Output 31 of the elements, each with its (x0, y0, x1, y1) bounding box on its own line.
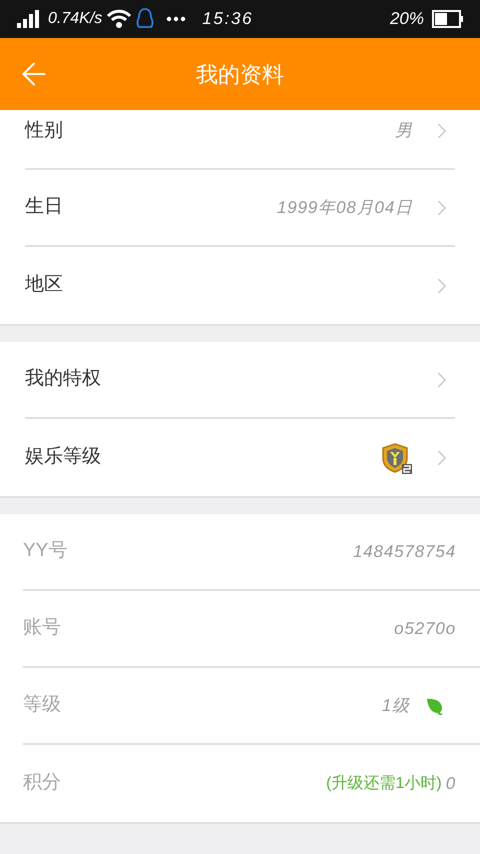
row-label: 积分 (23, 771, 61, 796)
row-label: 等级 (23, 693, 61, 718)
row-value: 1484578754 (352, 540, 456, 563)
leaf-icon (426, 696, 444, 714)
row-value: o5270o (394, 618, 456, 640)
settings-row[interactable]: 我的特权 (25, 342, 455, 419)
battery-percent: 20% (390, 8, 424, 30)
row-value: 1999年08月04日 (277, 196, 413, 219)
battery-icon (432, 10, 464, 28)
row-label: 娱乐等级 (25, 445, 101, 470)
settings-row[interactable]: 娱乐等级 (25, 419, 455, 496)
row-label: 账号 (23, 616, 61, 640)
wifi-icon (106, 8, 132, 30)
settings-row[interactable]: 生日 1999年08月04日 (25, 170, 455, 247)
clock: 15:36 (202, 8, 254, 30)
row-label: 生日 (25, 195, 63, 220)
row-label: 地区 (25, 273, 63, 298)
row-value: 1级 (382, 694, 410, 717)
upgrade-note: (升级还需1小时) (326, 774, 442, 794)
row-label: 我的特权 (25, 367, 101, 392)
row-value: 男 (395, 120, 413, 142)
row-label: 性别 (25, 118, 63, 143)
signal-icon (16, 9, 40, 29)
network-speed: 0.74K/s (48, 9, 102, 29)
settings-row[interactable]: 性别 男 (25, 110, 455, 170)
settings-row[interactable]: 地区 (25, 247, 455, 324)
page-title: 我的资料 (196, 60, 284, 88)
row-value: 0 (446, 772, 456, 795)
more-icon (166, 16, 186, 22)
shield-badge-icon (381, 442, 413, 474)
row-label: YY号 (23, 539, 68, 564)
